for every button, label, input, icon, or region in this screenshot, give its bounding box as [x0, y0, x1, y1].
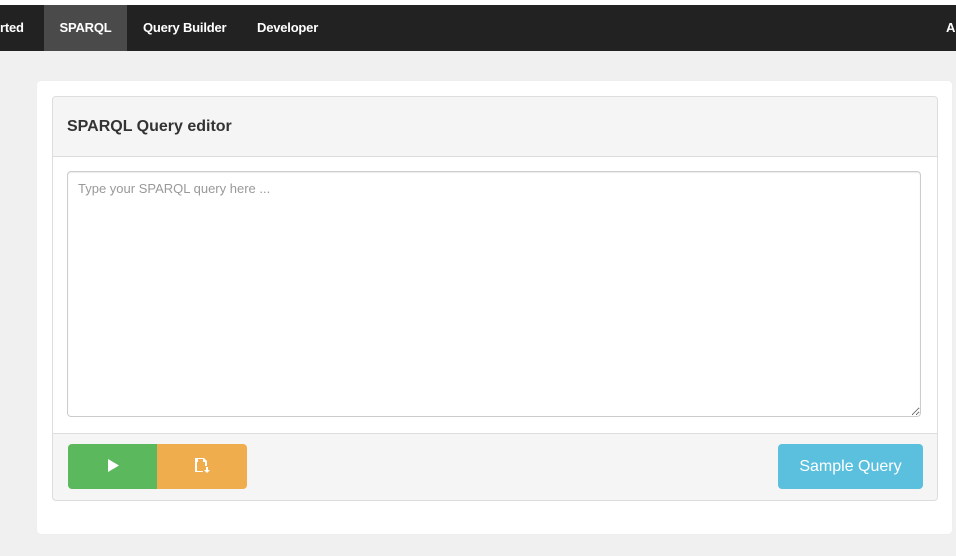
nav-item-getting-started[interactable]: rted	[0, 5, 44, 51]
query-editor-panel: SPARQL Query editor Sample Quer	[52, 96, 938, 501]
nav-item-sparql[interactable]: SPARQL	[44, 5, 127, 51]
top-navbar: rted SPARQL Query Builder Developer A	[0, 5, 956, 51]
nav-item-label: rted	[0, 20, 24, 35]
sparql-query-textarea[interactable]	[67, 171, 921, 417]
nav-item-right[interactable]: A	[946, 5, 956, 51]
run-query-button[interactable]	[68, 444, 157, 489]
panel-body	[53, 157, 937, 434]
save-query-button[interactable]	[157, 444, 247, 489]
nav-item-query-builder[interactable]: Query Builder	[143, 5, 227, 51]
save-icon	[194, 457, 210, 476]
play-icon	[107, 458, 119, 475]
panel-title: SPARQL Query editor	[67, 118, 232, 135]
sample-query-button[interactable]: Sample Query	[778, 444, 923, 489]
content-card: SPARQL Query editor Sample Quer	[37, 81, 952, 534]
panel-heading: SPARQL Query editor	[53, 97, 937, 157]
panel-footer: Sample Query	[53, 434, 937, 500]
nav-item-developer[interactable]: Developer	[257, 5, 318, 51]
